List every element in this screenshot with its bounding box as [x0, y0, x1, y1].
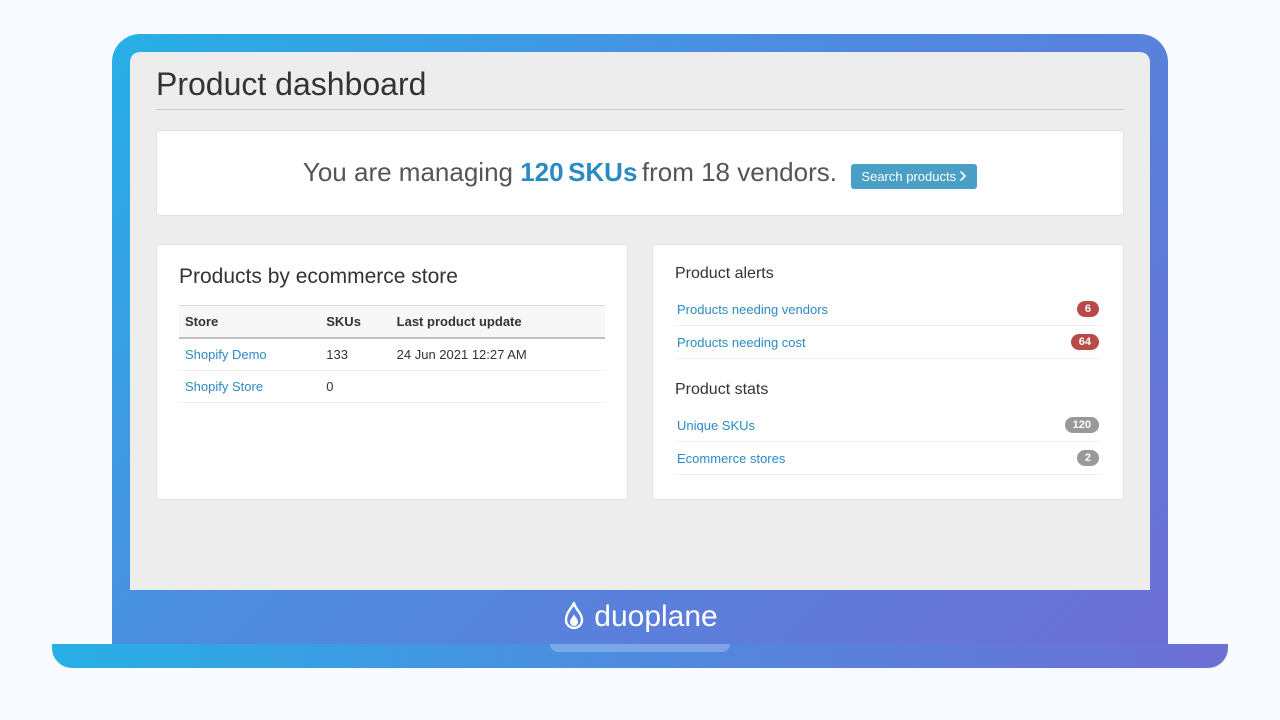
stat-link[interactable]: Ecommerce stores: [677, 451, 785, 466]
alerts-stats-panel: Product alerts Products needing vendors …: [652, 244, 1124, 500]
stores-heading: Products by ecommerce store: [179, 265, 605, 289]
app-screen: Product dashboard You are managing 120 S…: [130, 52, 1150, 590]
stat-badge: 2: [1077, 450, 1099, 466]
store-link[interactable]: Shopify Demo: [185, 347, 267, 362]
store-updated: [391, 371, 605, 403]
flame-icon: [562, 602, 586, 632]
summary-post: from 18 vendors.: [642, 157, 837, 187]
summary-sku-word: SKUs: [568, 157, 637, 187]
laptop-frame: Product dashboard You are managing 120 S…: [112, 34, 1168, 644]
col-skus: SKUs: [320, 306, 390, 339]
alert-link[interactable]: Products needing cost: [677, 335, 806, 350]
list-item: Ecommerce stores 2: [675, 442, 1101, 475]
list-item: Products needing cost 64: [675, 326, 1101, 359]
page-title: Product dashboard: [156, 66, 1124, 110]
store-skus: 0: [320, 371, 390, 403]
alerts-list: Products needing vendors 6 Products need…: [675, 293, 1101, 359]
col-updated: Last product update: [391, 306, 605, 339]
col-store: Store: [179, 306, 320, 339]
table-row: Shopify Demo 133 24 Jun 2021 12:27 AM: [179, 338, 605, 371]
alert-badge: 64: [1071, 334, 1099, 350]
stat-badge: 120: [1065, 417, 1099, 433]
store-link[interactable]: Shopify Store: [185, 379, 263, 394]
stores-table: Store SKUs Last product update Shopify D…: [179, 305, 605, 403]
summary-banner: You are managing 120 SKUs from 18 vendor…: [156, 130, 1124, 216]
stores-panel: Products by ecommerce store Store SKUs L…: [156, 244, 628, 500]
search-products-button[interactable]: Search products: [851, 164, 977, 189]
summary-sku-count: 120: [520, 157, 563, 187]
list-item: Products needing vendors 6: [675, 293, 1101, 326]
summary-pre: You are managing: [303, 157, 520, 187]
store-skus: 133: [320, 338, 390, 371]
search-products-label: Search products: [861, 169, 956, 184]
store-updated: 24 Jun 2021 12:27 AM: [391, 338, 605, 371]
stats-list: Unique SKUs 120 Ecommerce stores 2: [675, 409, 1101, 475]
brand-bar: duoplane: [130, 590, 1150, 644]
laptop-base: [52, 644, 1228, 668]
stats-heading: Product stats: [675, 381, 1101, 399]
stat-link[interactable]: Unique SKUs: [677, 418, 755, 433]
table-row: Shopify Store 0: [179, 371, 605, 403]
alerts-heading: Product alerts: [675, 265, 1101, 283]
brand-name: duoplane: [594, 600, 717, 634]
alert-link[interactable]: Products needing vendors: [677, 302, 828, 317]
alert-badge: 6: [1077, 301, 1099, 317]
chevron-right-icon: [960, 169, 967, 184]
list-item: Unique SKUs 120: [675, 409, 1101, 442]
